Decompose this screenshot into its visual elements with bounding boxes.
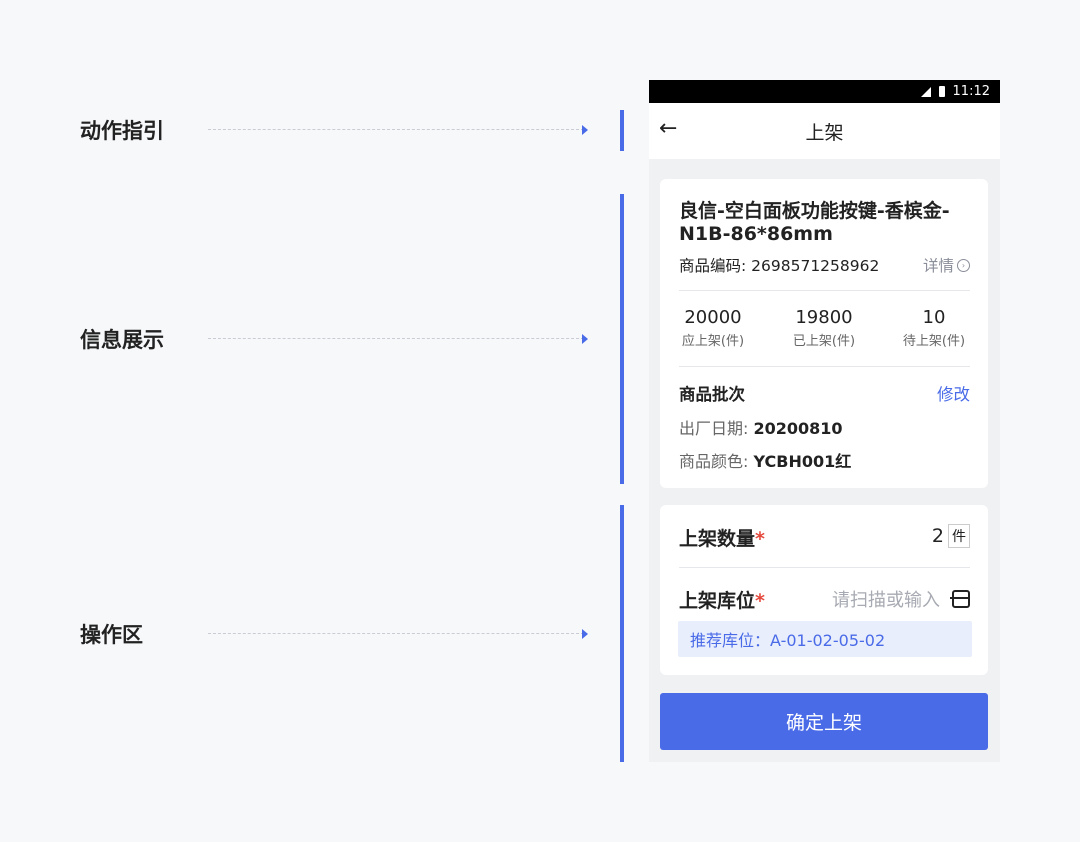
recommended-location[interactable]: 推荐库位：A-01-02-05-02	[678, 621, 972, 657]
batch-field-color: 商品颜色: YCBH001红	[679, 448, 851, 472]
quantity-value[interactable]: 2	[932, 525, 944, 547]
annotation-operation-area: 操作区	[80, 619, 588, 649]
stat-label: 应上架(件)	[681, 334, 745, 349]
stat-shelved: 19800 已上架(件)	[774, 307, 874, 349]
batch-title: 商品批次	[679, 385, 745, 404]
annotation-dashed-line	[208, 338, 584, 339]
status-time: 11:12	[952, 84, 990, 99]
stat-label: 已上架(件)	[792, 334, 856, 349]
annotation-bar-info	[620, 194, 624, 484]
edit-batch-button[interactable]: 修改	[937, 381, 970, 405]
annotation-arrow-icon	[582, 629, 588, 639]
annotation-bar-action	[620, 110, 624, 151]
detail-link[interactable]: 详情 ›	[923, 254, 970, 276]
quantity-label: 上架数量*	[679, 524, 765, 551]
product-info-card: 良信-空白面板功能按键-香槟金-N1B-86*86mm 商品编码: 269857…	[660, 179, 988, 488]
location-label: 上架库位*	[679, 586, 765, 613]
nav-bar: ← 上架	[649, 103, 1000, 159]
field-key: 出厂日期:	[679, 419, 749, 438]
field-value: YCBH001红	[753, 452, 852, 471]
product-name: 良信-空白面板功能按键-香槟金-N1B-86*86mm	[679, 200, 950, 245]
batch-field-date: 出厂日期: 20200810	[679, 415, 843, 439]
divider	[679, 290, 970, 291]
annotation-label: 操作区	[80, 623, 143, 647]
field-key: 商品颜色:	[679, 452, 749, 471]
required-mark: *	[755, 528, 765, 550]
annotation-bar-operation	[620, 505, 624, 762]
status-bar: 11:12	[649, 80, 1000, 103]
annotation-arrow-icon	[582, 125, 588, 135]
page-title: 上架	[805, 121, 844, 144]
quantity-input[interactable]: 2 件	[932, 524, 970, 548]
stat-value: 19800	[795, 307, 853, 328]
stat-value: 10	[922, 307, 946, 328]
annotation-dashed-line	[208, 633, 584, 634]
location-placeholder[interactable]: 请扫描或输入	[832, 586, 940, 612]
annotation-action-guide: 动作指引	[80, 115, 588, 145]
annotation-label: 动作指引	[80, 119, 164, 143]
required-mark: *	[755, 590, 765, 612]
divider	[679, 567, 970, 568]
location-label-text: 上架库位	[679, 590, 756, 612]
signal-icon	[920, 86, 931, 97]
confirm-shelve-button[interactable]: 确定上架	[660, 693, 988, 750]
detail-label: 详情	[922, 257, 954, 275]
operation-card: 上架数量* 2 件 上架库位* 请扫描或输入 推荐库位：A-01-02-05-0…	[660, 505, 988, 675]
stat-label: 待上架(件)	[902, 334, 966, 349]
annotation-label: 信息展示	[80, 328, 164, 352]
chevron-circle-icon: ›	[957, 258, 970, 272]
scan-icon[interactable]	[950, 590, 970, 608]
quantity-unit: 件	[948, 524, 970, 548]
annotation-info-display: 信息展示	[80, 324, 588, 354]
field-value: 20200810	[753, 419, 843, 438]
product-code: 商品编码: 2698571258962	[679, 257, 880, 275]
back-arrow-icon[interactable]: ←	[659, 117, 683, 141]
stats-row: 20000 应上架(件) 19800 已上架(件) 10 待上架(件)	[660, 307, 988, 357]
annotation-arrow-icon	[582, 334, 588, 344]
stat-pending: 10 待上架(件)	[884, 307, 984, 349]
location-input[interactable]: 请扫描或输入	[832, 586, 970, 612]
stat-value: 20000	[684, 307, 742, 328]
stat-should-shelve: 20000 应上架(件)	[663, 307, 763, 349]
annotation-dashed-line	[208, 129, 584, 130]
battery-icon	[938, 86, 945, 97]
quantity-label-text: 上架数量	[679, 528, 756, 550]
phone-screen: 11:12 ← 上架 良信-空白面板功能按键-香槟金-N1B-86*86mm 商…	[649, 80, 1000, 762]
divider	[679, 366, 970, 367]
